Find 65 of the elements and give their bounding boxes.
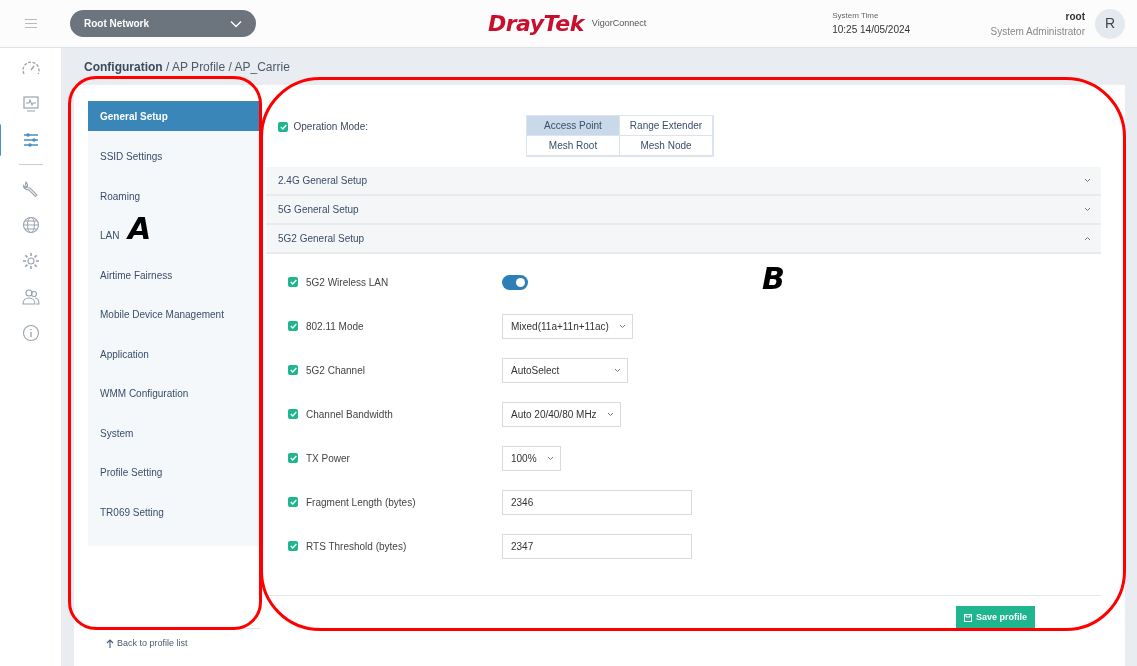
chevron-down-icon (546, 455, 554, 461)
input-field[interactable]: 2347 (502, 533, 692, 559)
checkbox[interactable] (288, 321, 298, 331)
section-header[interactable]: 5G General Setup (266, 196, 1101, 225)
select-field[interactable]: Mixed(11a+11n+11ac) (502, 313, 633, 339)
chevron-down-icon (618, 323, 626, 329)
menu-item[interactable]: TR069 Setting (88, 492, 260, 532)
mode-option[interactable]: Mesh Node (620, 136, 713, 156)
callout-label: B (762, 264, 785, 294)
product-name: VigorConnect (591, 16, 647, 30)
field-label: 5G2 Wireless LAN (306, 275, 389, 290)
back-link[interactable]: Back to profile list (88, 636, 260, 650)
menu-item[interactable]: Application (88, 334, 260, 374)
info-icon[interactable] (20, 323, 41, 343)
gear-icon[interactable] (20, 251, 41, 271)
field-label: Fragment Length (bytes) (306, 495, 416, 510)
menu-item[interactable]: System (88, 413, 260, 453)
chevron-down-icon (614, 367, 621, 373)
chevron-down-icon (606, 411, 614, 417)
toggle-switch[interactable] (502, 274, 528, 290)
menu-item[interactable]: General Setup (88, 101, 260, 131)
system-time-label: System Time (832, 10, 880, 22)
menu-item[interactable]: Airtime Fairness (88, 255, 260, 295)
globe-icon[interactable] (20, 215, 41, 235)
chevron-down-icon (230, 19, 242, 28)
field-label: TX Power (306, 451, 350, 466)
checkbox[interactable] (288, 277, 298, 287)
breadcrumb: Configuration / AP Profile / AP_Carrie (84, 58, 290, 76)
operation-mode-label: Operation Mode: (293, 120, 368, 134)
checkbox[interactable] (288, 453, 298, 463)
section-header[interactable]: 5G2 General Setup (266, 225, 1101, 254)
mode-option[interactable]: Mesh Root (527, 136, 620, 156)
field-label: 802.11 Mode (306, 319, 364, 334)
select-field[interactable]: 100% (502, 445, 561, 471)
user-role: System Administrator (990, 24, 1085, 39)
checkbox[interactable] (288, 541, 298, 551)
checkbox[interactable] (278, 121, 288, 132)
mode-option[interactable]: Range Extender (620, 116, 713, 136)
select-field[interactable]: AutoSelect (502, 357, 628, 383)
menu-item[interactable]: SSID Settings (88, 137, 260, 177)
user-avatar[interactable]: R (1095, 8, 1125, 39)
menu-item[interactable]: WMM Configuration (88, 374, 260, 414)
section-header[interactable]: 2.4G General Setup (266, 167, 1101, 196)
callout-label: A (128, 214, 152, 244)
brand-logo: DrayTek (488, 10, 584, 38)
menu-item[interactable]: Mobile Device Management (88, 295, 260, 335)
menu-icon[interactable] (24, 18, 38, 29)
arrow-up-icon (106, 638, 114, 648)
field-label: 5G2 Channel (306, 363, 365, 378)
save-icon (963, 614, 972, 622)
checkbox[interactable] (288, 497, 298, 507)
checkbox[interactable] (288, 365, 298, 375)
monitor-icon[interactable] (20, 94, 41, 114)
system-time: 10:25 14/05/2024 (832, 23, 911, 37)
network-select[interactable]: Root Network (70, 10, 256, 37)
field-label: RTS Threshold (bytes) (306, 539, 407, 554)
field-label: Channel Bandwidth (306, 407, 393, 422)
mode-option[interactable]: Access Point (527, 116, 620, 136)
checkbox[interactable] (288, 409, 298, 419)
menu-item[interactable]: Roaming (88, 176, 260, 216)
menu-item[interactable]: Profile Setting (88, 453, 260, 493)
input-field[interactable]: 2346 (502, 489, 692, 515)
users-icon[interactable] (20, 287, 41, 307)
user-name: root (1065, 9, 1085, 24)
select-field[interactable]: Auto 20/40/80 MHz (502, 401, 621, 427)
